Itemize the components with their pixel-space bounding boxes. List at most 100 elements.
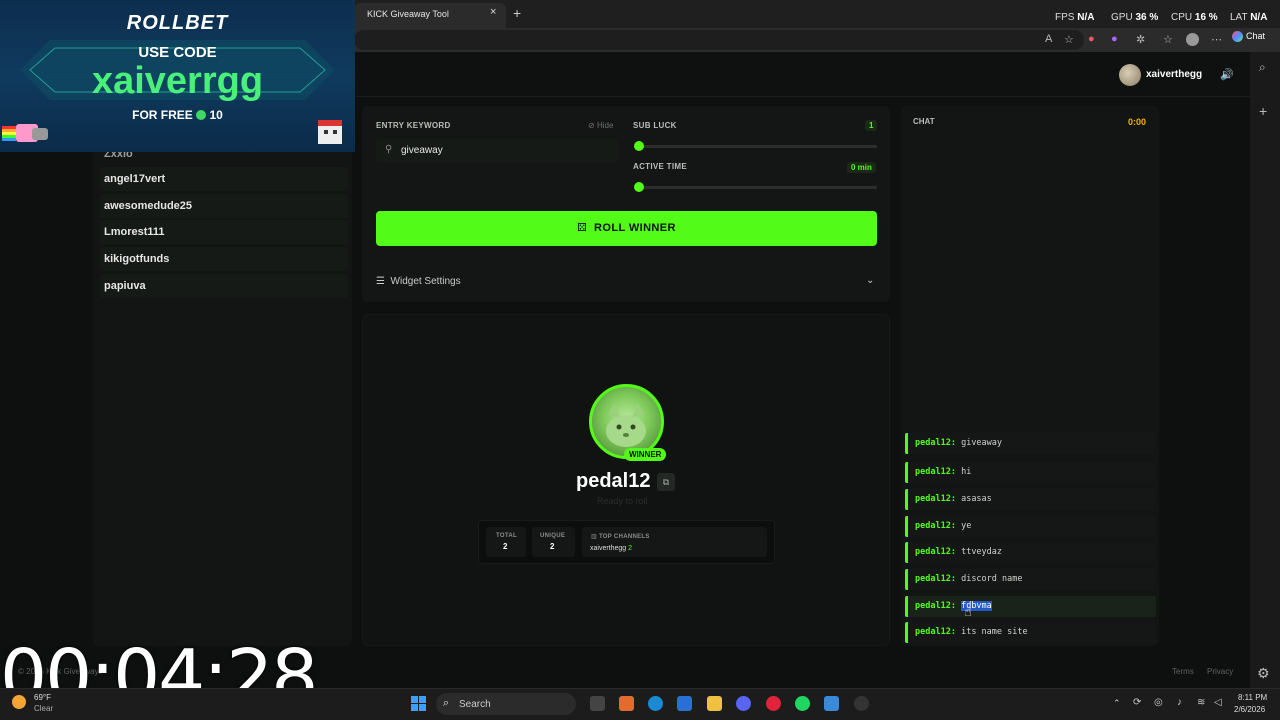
winner-name: pedal12 — [576, 470, 651, 492]
new-tab-button[interactable]: + — [513, 5, 521, 21]
chat-title: CHAT — [913, 117, 935, 126]
widget-settings-toggle[interactable]: ☰ Widget Settings — [376, 276, 461, 287]
active-time-slider-thumb[interactable] — [634, 182, 644, 192]
obs-app-icon[interactable] — [854, 696, 869, 711]
extension-icon-2[interactable]: ● — [1111, 33, 1118, 45]
read-aloud-icon[interactable]: A — [1045, 33, 1052, 45]
nyan-cat-icon — [2, 124, 48, 142]
list-item[interactable]: papiuva — [100, 274, 348, 298]
cube-character-icon — [318, 120, 342, 144]
sub-luck-slider-track[interactable] — [638, 145, 877, 148]
lat-readout: LAT N/A — [1230, 12, 1268, 23]
entry-keyword-label: ENTRY KEYWORD — [376, 121, 451, 130]
username[interactable]: xaiverthegg — [1146, 69, 1202, 80]
copilot-icon — [1232, 31, 1243, 43]
tray-wifi-icon[interactable]: ≋ — [1197, 697, 1205, 708]
tray-network-icon[interactable]: ◎ — [1154, 697, 1163, 708]
sidebar-search-icon[interactable]: ⌕ — [1259, 60, 1266, 75]
profile-icon[interactable] — [1186, 33, 1199, 46]
gear-icon[interactable]: ⚙ — [1257, 665, 1270, 682]
stat-total-label: TOTAL — [496, 533, 517, 539]
top-channels-label: ▥ TOP CHANNELS — [591, 534, 650, 540]
chevron-down-icon[interactable]: ⌄ — [866, 275, 874, 286]
active-time-label: ACTIVE TIME — [633, 162, 687, 171]
windows-taskbar — [0, 688, 1280, 720]
sub-luck-value: 1 — [865, 120, 878, 131]
hide-keyword-button[interactable]: ⊘ Hide — [588, 121, 613, 130]
more-menu-icon[interactable]: ⋯ — [1211, 33, 1222, 46]
file-explorer-icon[interactable] — [707, 696, 722, 711]
terms-link[interactable]: Terms — [1172, 667, 1194, 676]
ready-status: Ready to roll — [597, 496, 648, 506]
active-time-slider-track[interactable] — [638, 186, 877, 189]
extension-icon[interactable]: ● — [1088, 33, 1095, 45]
sub-luck-slider-thumb[interactable] — [634, 141, 644, 151]
ad-promo-code: xaiverrgg — [91, 60, 264, 102]
chat-message: pedal12: discord name — [905, 569, 1156, 590]
edge-app-icon[interactable] — [648, 696, 663, 711]
favorites-icon[interactable]: ☆ — [1163, 33, 1173, 46]
url-field[interactable] — [354, 30, 1084, 50]
tray-chevron-up-icon[interactable]: ⌃ — [1113, 698, 1121, 709]
notepad-app-icon[interactable] — [824, 696, 839, 711]
extensions-puzzle-icon[interactable]: ✲ — [1136, 33, 1145, 46]
chat-timer: 0:00 — [1128, 117, 1147, 127]
sidebar-add-icon[interactable]: + — [1259, 103, 1267, 119]
store-app-icon[interactable] — [677, 696, 692, 711]
speaker-icon[interactable]: 🔊 — [1220, 68, 1234, 81]
windows-start-icon[interactable] — [411, 696, 426, 711]
user-avatar[interactable] — [1119, 64, 1141, 86]
keyword-value: giveaway — [401, 145, 443, 156]
weather-condition[interactable]: Clear — [34, 704, 53, 713]
list-item[interactable]: Lmorest111 — [100, 220, 348, 244]
weather-sun-icon[interactable] — [12, 695, 26, 709]
coin-icon — [196, 110, 207, 120]
taskbar-search[interactable] — [436, 693, 576, 715]
taskbar-clock-date[interactable]: 2/6/2026 — [1234, 705, 1265, 714]
tab-close-icon[interactable]: × — [490, 6, 496, 18]
copy-icon[interactable]: ⧉ — [657, 473, 675, 491]
tab-title: KICK Giveaway Tool — [367, 9, 449, 19]
spotify-app-icon[interactable] — [795, 696, 810, 711]
sponsor-overlay: ROLLBET USE CODE xaiverrgg FOR FREE 10 — [0, 0, 355, 152]
tray-volume-icon[interactable]: ◁ — [1214, 697, 1222, 708]
active-time-value: 0 min — [847, 162, 876, 173]
chat-message: pedal12: asasas — [905, 489, 1156, 510]
chat-message: pedal12: ttveydaz — [905, 542, 1156, 563]
list-item[interactable]: kikigotfunds — [100, 247, 348, 271]
favorite-star-icon[interactable]: ☆ — [1064, 33, 1074, 46]
stat-top-channels — [582, 527, 767, 557]
gpu-readout: GPU 36 % — [1111, 12, 1159, 23]
top-channel-entry: xaiverthegg 2 — [590, 545, 633, 552]
winner-badge: WINNER — [624, 448, 667, 461]
ad-use-code-label: USE CODE — [138, 44, 217, 61]
taskbar-clock-time[interactable]: 8:11 PM — [1238, 693, 1267, 702]
copilot-app-icon[interactable] — [619, 696, 634, 711]
opera-app-icon[interactable] — [766, 696, 781, 711]
chat-message: pedal12: giveaway — [905, 433, 1156, 454]
chat-panel — [901, 106, 1159, 646]
stat-unique-label: UNIQUE — [540, 533, 566, 539]
sub-luck-label: SUB LUCK — [633, 121, 677, 130]
bar-chart-icon: ▥ — [591, 534, 597, 540]
tray-microphone-icon[interactable]: ♪ — [1177, 697, 1182, 708]
chat-message: pedal12: its name site — [905, 622, 1156, 643]
stat-unique-value: 2 — [550, 542, 555, 551]
controls-panel — [362, 106, 890, 302]
key-icon: ⚲ — [385, 144, 393, 155]
privacy-link[interactable]: Privacy — [1207, 667, 1233, 676]
weather-temperature[interactable]: 69°F — [34, 693, 51, 702]
chat-message[interactable]: pedal12: fdbvma — [905, 596, 1156, 617]
discord-app-icon[interactable] — [736, 696, 751, 711]
ad-brand-logo: ROLLBET — [126, 12, 229, 34]
roll-winner-button[interactable]: ⚄ ROLL WINNER — [376, 211, 877, 246]
eye-off-icon: ⊘ — [588, 121, 595, 130]
list-item[interactable]: angel17vert — [100, 167, 348, 191]
cpu-readout: CPU 16 % — [1171, 12, 1218, 23]
stat-total-value: 2 — [503, 542, 508, 551]
copilot-chat-button[interactable]: Chat — [1232, 31, 1276, 49]
tray-sync-icon[interactable]: ⟳ — [1133, 697, 1141, 708]
chat-message: pedal12: hi — [905, 462, 1156, 483]
task-view-icon[interactable] — [590, 696, 605, 711]
list-item[interactable]: awesomedude25 — [100, 194, 348, 218]
